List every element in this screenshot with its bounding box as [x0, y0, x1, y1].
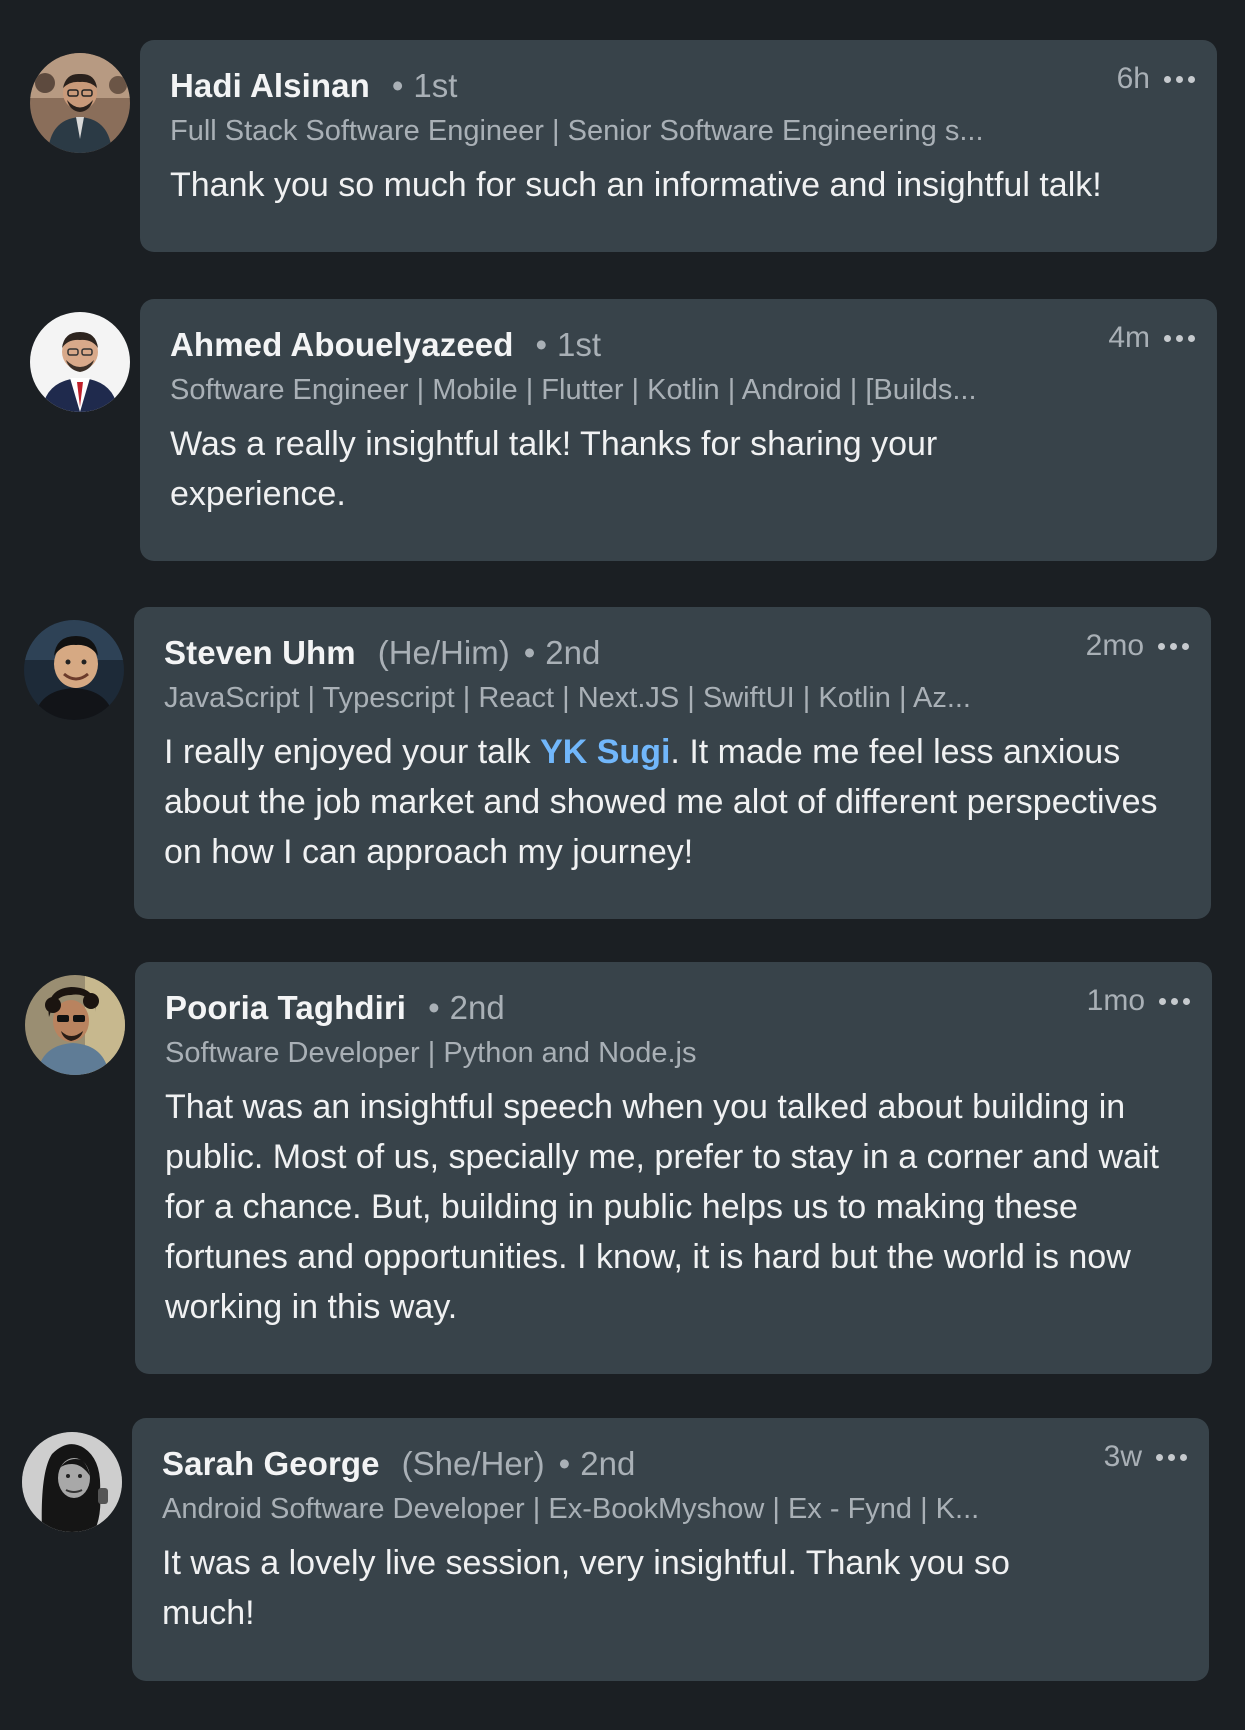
comment-bubble: Ahmed Abouelyazeed • 1st 4m Software Engi…	[140, 299, 1217, 561]
degree-label: 1st	[413, 67, 458, 104]
comment-header: Sarah George (She/Her) • 2nd	[162, 1444, 635, 1484]
degree-label: 2nd	[545, 634, 601, 671]
comment-bubble: Hadi Alsinan • 1st 6h Full Stack Software…	[140, 40, 1217, 252]
comment-header: Hadi Alsinan • 1st	[170, 66, 457, 106]
comment-header: Steven Uhm (He/Him) • 2nd	[164, 633, 600, 673]
comment-text-part: That was an insightful speech when you t…	[165, 1088, 1160, 1326]
more-options-icon[interactable]	[1156, 1442, 1187, 1472]
profile-photo-icon	[30, 312, 130, 412]
timestamp: 2mo	[1085, 629, 1144, 662]
degree-label: 2nd	[449, 989, 505, 1026]
more-options-icon[interactable]	[1164, 323, 1195, 353]
more-options-icon[interactable]	[1158, 631, 1189, 661]
comment-text: Was a really insightful talk! Thanks for…	[170, 419, 987, 519]
comment-text-part: I really enjoyed your talk	[164, 733, 541, 771]
separator-dot: •	[391, 67, 404, 104]
author-name[interactable]: Sarah George	[162, 1445, 380, 1483]
comment-meta: 3w	[1104, 1440, 1187, 1474]
comment-text: That was an insightful speech when you t…	[165, 1082, 1182, 1332]
avatar[interactable]	[25, 975, 125, 1075]
comment-meta: 6h	[1117, 62, 1195, 96]
separator-dot: •	[558, 1445, 571, 1482]
connection-degree: • 1st	[535, 326, 601, 364]
author-headline: JavaScript | Typescript | React | Next.J…	[164, 682, 971, 714]
comment-bubble: Sarah George (She/Her) • 2nd 3w Android S…	[132, 1418, 1209, 1681]
comment-meta: 1mo	[1087, 984, 1190, 1018]
comment-meta: 4m	[1108, 321, 1195, 355]
profile-photo-icon	[24, 620, 124, 720]
author-name[interactable]: Steven Uhm	[164, 634, 356, 672]
comment-meta: 2mo	[1086, 629, 1189, 663]
comment-header: Ahmed Abouelyazeed • 1st	[170, 325, 601, 365]
author-headline: Software Developer | Python and Node.js	[165, 1037, 697, 1069]
separator-dot: •	[535, 326, 548, 363]
profile-photo-icon	[30, 53, 130, 153]
comment-bubble: Steven Uhm (He/Him) • 2nd 2mo JavaScript …	[134, 607, 1211, 919]
author-headline: Android Software Developer | Ex-BookMysh…	[162, 1493, 980, 1525]
timestamp: 1mo	[1086, 984, 1145, 1017]
pronouns: (She/Her)	[401, 1445, 545, 1482]
timestamp: 3w	[1103, 1440, 1142, 1473]
comment-text: It was a lovely live session, very insig…	[162, 1538, 1039, 1638]
degree-label: 2nd	[580, 1445, 636, 1482]
degree-label: 1st	[557, 326, 602, 363]
avatar[interactable]	[22, 1432, 122, 1532]
comment-header: Pooria Taghdiri • 2nd	[165, 988, 505, 1028]
mention-link[interactable]: YK Sugi	[540, 733, 670, 771]
timestamp: 6h	[1116, 62, 1150, 95]
connection-degree: • 2nd	[428, 989, 505, 1027]
author-name[interactable]: Hadi Alsinan	[170, 67, 370, 105]
connection-degree: • 2nd	[559, 1445, 636, 1483]
comment-text: I really enjoyed your talk YK Sugi. It m…	[164, 727, 1181, 877]
comment-text: Thank you so much for such an informativ…	[170, 160, 1187, 210]
comment-text-part: Thank you so much for such an informativ…	[170, 166, 1102, 204]
comment-bubble: Pooria Taghdiri • 2nd 1mo Software Develo…	[135, 962, 1212, 1374]
connection-degree: • 1st	[392, 67, 458, 105]
profile-photo-icon	[25, 975, 125, 1075]
more-options-icon[interactable]	[1164, 64, 1195, 94]
author-name[interactable]: Pooria Taghdiri	[165, 989, 406, 1027]
author-headline: Software Engineer | Mobile | Flutter | K…	[170, 374, 977, 406]
comment-text-part: It was a lovely live session, very insig…	[162, 1544, 1010, 1632]
separator-dot: •	[428, 989, 440, 1026]
connection-degree: • 2nd	[524, 634, 601, 672]
pronouns: (He/Him)	[377, 634, 510, 671]
author-name[interactable]: Ahmed Abouelyazeed	[170, 326, 513, 364]
avatar[interactable]	[30, 53, 130, 153]
timestamp: 4m	[1108, 321, 1150, 354]
avatar[interactable]	[30, 312, 130, 412]
separator-dot: •	[523, 634, 536, 671]
more-options-icon[interactable]	[1159, 986, 1190, 1016]
avatar[interactable]	[24, 620, 124, 720]
author-headline: Full Stack Software Engineer | Senior So…	[170, 115, 984, 147]
profile-photo-icon	[22, 1432, 122, 1532]
comment-text-part: Was a really insightful talk! Thanks for…	[170, 425, 938, 513]
